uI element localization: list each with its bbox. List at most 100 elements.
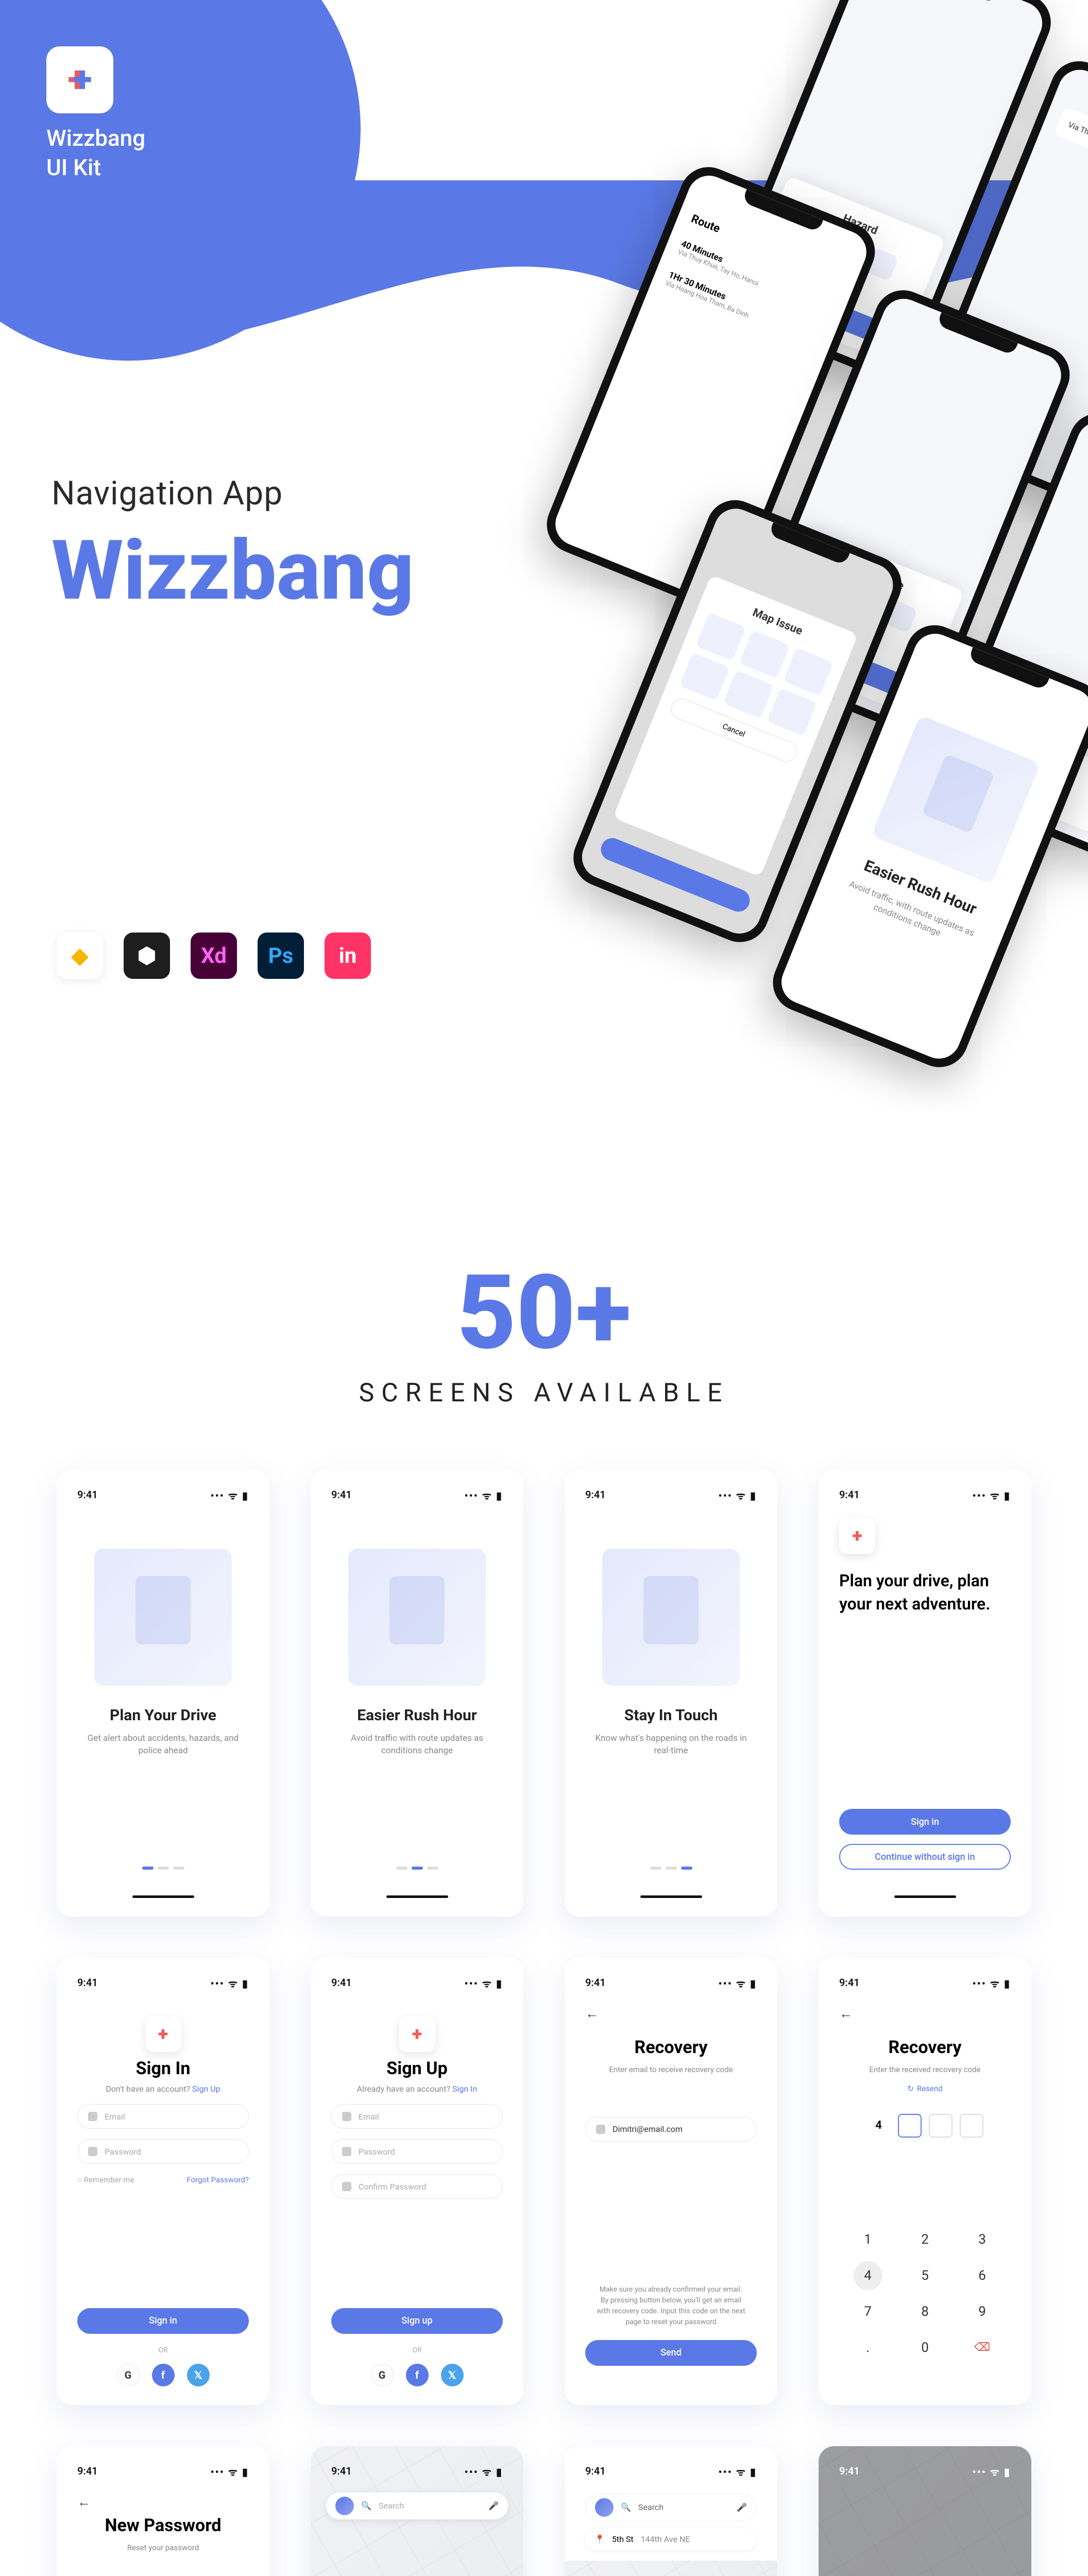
- pin-icon: 📍: [594, 2534, 605, 2544]
- map-view[interactable]: 142nd Ave NE NE Woodinville Duvall Rd NE…: [565, 2561, 777, 2576]
- status-time: 9:41: [77, 1488, 98, 1502]
- send-button[interactable]: Send: [585, 2340, 757, 2366]
- mic-icon[interactable]: 🎤: [737, 2502, 747, 2512]
- app-logo: +: [839, 1518, 875, 1554]
- phone-mockups: Hazard Take a picture Add a comment Via …: [315, 0, 1088, 1107]
- continue-button[interactable]: Continue without sign in: [839, 1844, 1011, 1870]
- email-field[interactable]: Email: [77, 2104, 249, 2129]
- page-dots[interactable]: [77, 1867, 249, 1870]
- search-placeholder: Search: [379, 2501, 404, 2511]
- status-indicators: ••• ᯤ ▮: [719, 1488, 757, 1502]
- mic-icon[interactable]: 🎤: [488, 2501, 499, 2511]
- email-field[interactable]: Email: [331, 2104, 503, 2129]
- key-4[interactable]: 4: [854, 2261, 882, 2290]
- password-field[interactable]: Password: [331, 2139, 503, 2164]
- hero-text: Navigation App Wizzbang: [52, 474, 414, 619]
- code-inputs[interactable]: 4: [839, 2114, 1011, 2138]
- code-digit[interactable]: [898, 2114, 922, 2138]
- status-time: 9:41: [839, 1488, 860, 1502]
- key-dot[interactable]: .: [839, 2330, 896, 2366]
- signin-sub: Don't have an account? Sign Up: [77, 2084, 249, 2094]
- forgot-link[interactable]: Forgot Password?: [186, 2175, 249, 2184]
- signin-options: ○ Remember me Forgot Password?: [77, 2175, 249, 2184]
- figma-icon: ⬢: [124, 933, 170, 979]
- code-digit[interactable]: [929, 2114, 953, 2138]
- signup-button[interactable]: Sign up: [331, 2308, 503, 2334]
- signin-link[interactable]: Sign In: [452, 2084, 477, 2094]
- home-indicator: [640, 1895, 702, 1898]
- status-indicators: ••• ᯤ ▮: [465, 1488, 503, 1502]
- page-dots[interactable]: [331, 1867, 503, 1870]
- search-placeholder: Search: [638, 2502, 664, 2512]
- status-indicators: ••• ᯤ ▮: [211, 2465, 249, 2479]
- key-2[interactable]: 2: [896, 2222, 954, 2258]
- back-button[interactable]: ←: [585, 2006, 757, 2022]
- email-field[interactable]: Dimitri@email.com: [585, 2117, 757, 2142]
- map-view[interactable]: 9:41••• ᯤ ▮ 🔍 Search 🎤 NE Woodinville Du…: [311, 2446, 523, 2576]
- lock-icon: [342, 2147, 351, 2156]
- key-7[interactable]: 7: [839, 2294, 896, 2330]
- onboarding-illustration: [348, 1549, 485, 1686]
- password-field[interactable]: Password: [77, 2139, 249, 2164]
- signup-title: Sign Up: [331, 2058, 503, 2079]
- google-button[interactable]: G: [117, 2364, 140, 2386]
- mail-icon: [596, 2125, 605, 2134]
- status-indicators: ••• ᯤ ▮: [465, 1976, 503, 1990]
- ps-icon: Ps: [258, 933, 304, 979]
- screen-signin: 9:41••• ᯤ ▮ + Sign In Don't have an acco…: [57, 1958, 269, 2404]
- avatar[interactable]: [595, 2498, 614, 2517]
- status-indicators: ••• ᯤ ▮: [211, 1488, 249, 1502]
- or-divider: OR: [331, 2346, 503, 2354]
- back-button[interactable]: ←: [77, 2494, 249, 2510]
- pin-label: 5th St: [612, 2534, 634, 2544]
- welcome-text: Plan your drive, plan your next adventur…: [839, 1569, 1011, 1616]
- signup-sub: Already have an account? Sign In: [331, 2084, 503, 2094]
- xd-icon: Xd: [191, 933, 237, 979]
- resend-button[interactable]: ↻ Resend: [839, 2084, 1011, 2093]
- status-indicators: ••• ᯤ ▮: [211, 1976, 249, 1990]
- search-bar[interactable]: 🔍 Search 🎤: [585, 2494, 757, 2521]
- stats-section: 50+ SCREENS AVAILABLE: [0, 1180, 1088, 1470]
- screen-label: SCREENS AVAILABLE: [0, 1378, 1088, 1408]
- key-6[interactable]: 6: [954, 2258, 1011, 2294]
- key-9[interactable]: 9: [954, 2294, 1011, 2330]
- status-indicators: ••• ᯤ ▮: [973, 1488, 1011, 1502]
- social-buttons: G f 𝕏: [331, 2364, 503, 2386]
- signin-button[interactable]: Sign in: [839, 1809, 1011, 1835]
- hero-section: ++ Wizzbang UI Kit Navigation App Wizzba…: [0, 0, 1088, 1180]
- onboarding-desc: Avoid traffic with route updates as cond…: [331, 1733, 503, 1757]
- key-3[interactable]: 3: [954, 2222, 1011, 2258]
- user-icon: [88, 2112, 97, 2121]
- key-0[interactable]: 0: [896, 2330, 954, 2366]
- status-time: 9:41: [585, 1976, 606, 1990]
- recovery-title: Recovery: [585, 2037, 757, 2058]
- screen-best-route: 9:41••• ᯤ ▮ Best route for 🚙Private Car …: [819, 2446, 1031, 2576]
- newpw-desc: Reset your password: [77, 2542, 249, 2554]
- signin-title: Sign In: [77, 2058, 249, 2079]
- page-dots[interactable]: [585, 1867, 757, 1870]
- key-delete[interactable]: ⌫: [954, 2330, 1011, 2366]
- facebook-button[interactable]: f: [406, 2364, 429, 2386]
- status-time: 9:41: [331, 1488, 352, 1502]
- avatar[interactable]: [335, 2497, 354, 2515]
- key-8[interactable]: 8: [896, 2294, 954, 2330]
- key-5[interactable]: 5: [896, 2258, 954, 2294]
- onboarding-title: Plan Your Drive: [77, 1706, 249, 1724]
- signup-link[interactable]: Sign Up: [192, 2084, 220, 2094]
- confirm-field[interactable]: Confirm Password: [331, 2174, 503, 2199]
- twitter-button[interactable]: 𝕏: [441, 2364, 464, 2386]
- remember-checkbox[interactable]: ○ Remember me: [77, 2175, 134, 2184]
- screen-onboarding-3: 9:41••• ᯤ ▮ Stay In Touch Know what's ha…: [565, 1470, 777, 1917]
- google-button[interactable]: G: [371, 2364, 394, 2386]
- key-1[interactable]: 1: [839, 2222, 896, 2258]
- signin-button[interactable]: Sign in: [77, 2308, 249, 2334]
- code-digit: 4: [867, 2114, 891, 2138]
- onboarding-title: Stay In Touch: [585, 1706, 757, 1724]
- twitter-button[interactable]: 𝕏: [187, 2364, 210, 2386]
- screen-count: 50+: [0, 1252, 1088, 1373]
- onboarding-desc: Know what's happening on the roads in re…: [585, 1733, 757, 1757]
- back-button[interactable]: ←: [839, 2006, 1011, 2022]
- facebook-button[interactable]: f: [152, 2364, 175, 2386]
- search-bar[interactable]: 🔍 Search 🎤: [326, 2493, 508, 2519]
- code-digit[interactable]: [960, 2114, 983, 2138]
